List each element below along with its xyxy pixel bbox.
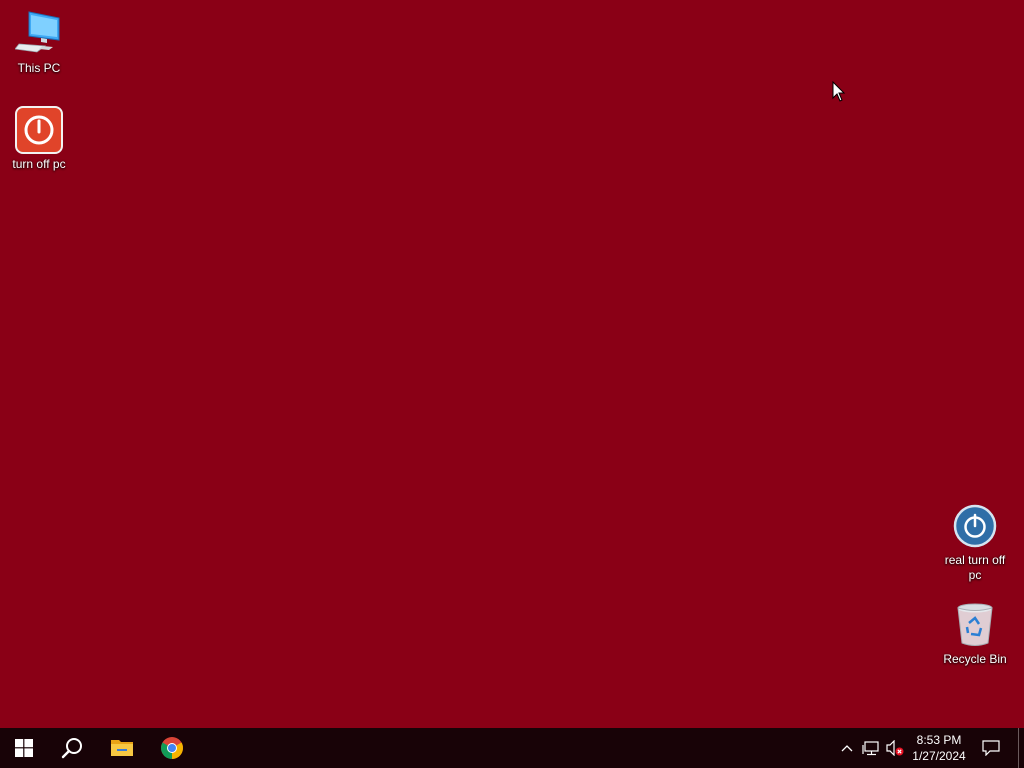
desktop-icon-real-turn-off-pc[interactable]: real turn off pc [937,502,1013,583]
desktop-icon-label: Recycle Bin [943,652,1007,666]
volume-muted-icon [886,740,904,756]
start-button[interactable] [0,728,48,768]
clock-date: 1/27/2024 [912,749,966,763]
desktop-icon-label: real turn off pc [944,553,1006,582]
power-red-icon [15,106,63,154]
taskbar: 8:53 PM 1/27/2024 [0,728,1024,768]
windows-logo-icon [15,739,33,757]
show-hidden-icons-button[interactable] [836,728,858,768]
show-desktop-button[interactable] [1018,728,1024,768]
desktop-icon-label: This PC [17,61,61,75]
desktop-icon-recycle-bin[interactable]: Recycle Bin [937,601,1013,667]
mouse-cursor-icon [832,81,846,102]
chevron-up-icon [841,745,853,752]
chrome-icon [161,737,183,759]
power-blue-icon [951,502,999,550]
action-center-button[interactable] [976,728,1006,768]
taskbar-chrome[interactable] [148,728,196,768]
notification-icon [982,740,1000,756]
taskbar-clock[interactable]: 8:53 PM 1/27/2024 [908,728,970,768]
network-tray-button[interactable] [860,728,882,768]
taskbar-file-explorer[interactable] [98,728,146,768]
search-button[interactable] [48,728,96,768]
network-icon [862,741,879,756]
volume-tray-button[interactable] [884,728,906,768]
desktop[interactable]: This PC turn off pc real turn off pc Rec… [0,0,1024,728]
folder-icon [111,740,133,756]
search-icon [61,738,82,759]
this-pc-icon [14,10,63,58]
clock-time: 8:53 PM [916,733,962,747]
recycle-bin-icon [951,601,999,649]
desktop-icon-label: turn off pc [12,157,66,171]
desktop-icon-turn-off-pc[interactable]: turn off pc [1,106,77,172]
desktop-icon-this-pc[interactable]: This PC [1,10,77,76]
